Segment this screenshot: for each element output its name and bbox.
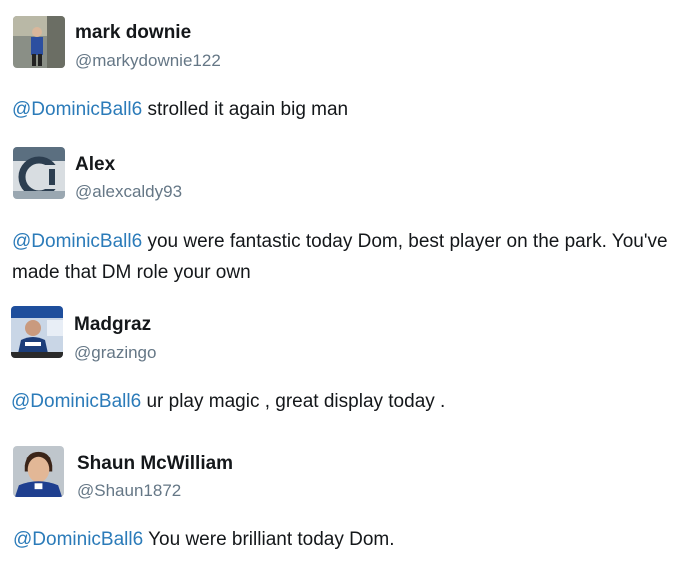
avatar[interactable]	[11, 306, 63, 358]
press-conference-icon	[11, 306, 63, 358]
user-name[interactable]: Shaun McWilliam	[77, 453, 233, 475]
footballer-portrait-icon	[13, 446, 64, 497]
tweet-body: ur play magic , great display today .	[141, 391, 446, 412]
user-handle[interactable]: @alexcaldy93	[75, 182, 182, 202]
user-name[interactable]: Alex	[75, 154, 115, 176]
tweet-body: You were brilliant today Dom.	[143, 529, 395, 550]
avatar[interactable]	[13, 446, 64, 497]
user-handle[interactable]: @Shaun1872	[77, 481, 181, 501]
avatar[interactable]	[13, 16, 65, 68]
tweet-body: strolled it again big man	[142, 99, 349, 120]
mention-link[interactable]: @DominicBall6	[11, 391, 141, 412]
tweet-text: @DominicBall6 You were brilliant today D…	[13, 524, 673, 555]
user-name[interactable]: mark downie	[75, 22, 191, 44]
person-standing-icon	[13, 16, 65, 68]
user-name[interactable]: Madgraz	[74, 314, 151, 336]
sign-letters-icon	[13, 147, 65, 199]
mention-link[interactable]: @DominicBall6	[13, 529, 143, 550]
user-handle[interactable]: @markydownie122	[75, 51, 221, 71]
mention-link[interactable]: @DominicBall6	[12, 99, 142, 120]
avatar[interactable]	[13, 147, 65, 199]
user-handle[interactable]: @grazingo	[74, 343, 156, 363]
tweet-text: @DominicBall6 ur play magic , great disp…	[11, 386, 671, 417]
tweet-text: @DominicBall6 you were fantastic today D…	[12, 226, 672, 288]
tweet-text: @DominicBall6 strolled it again big man	[12, 94, 672, 125]
mention-link[interactable]: @DominicBall6	[12, 231, 142, 252]
